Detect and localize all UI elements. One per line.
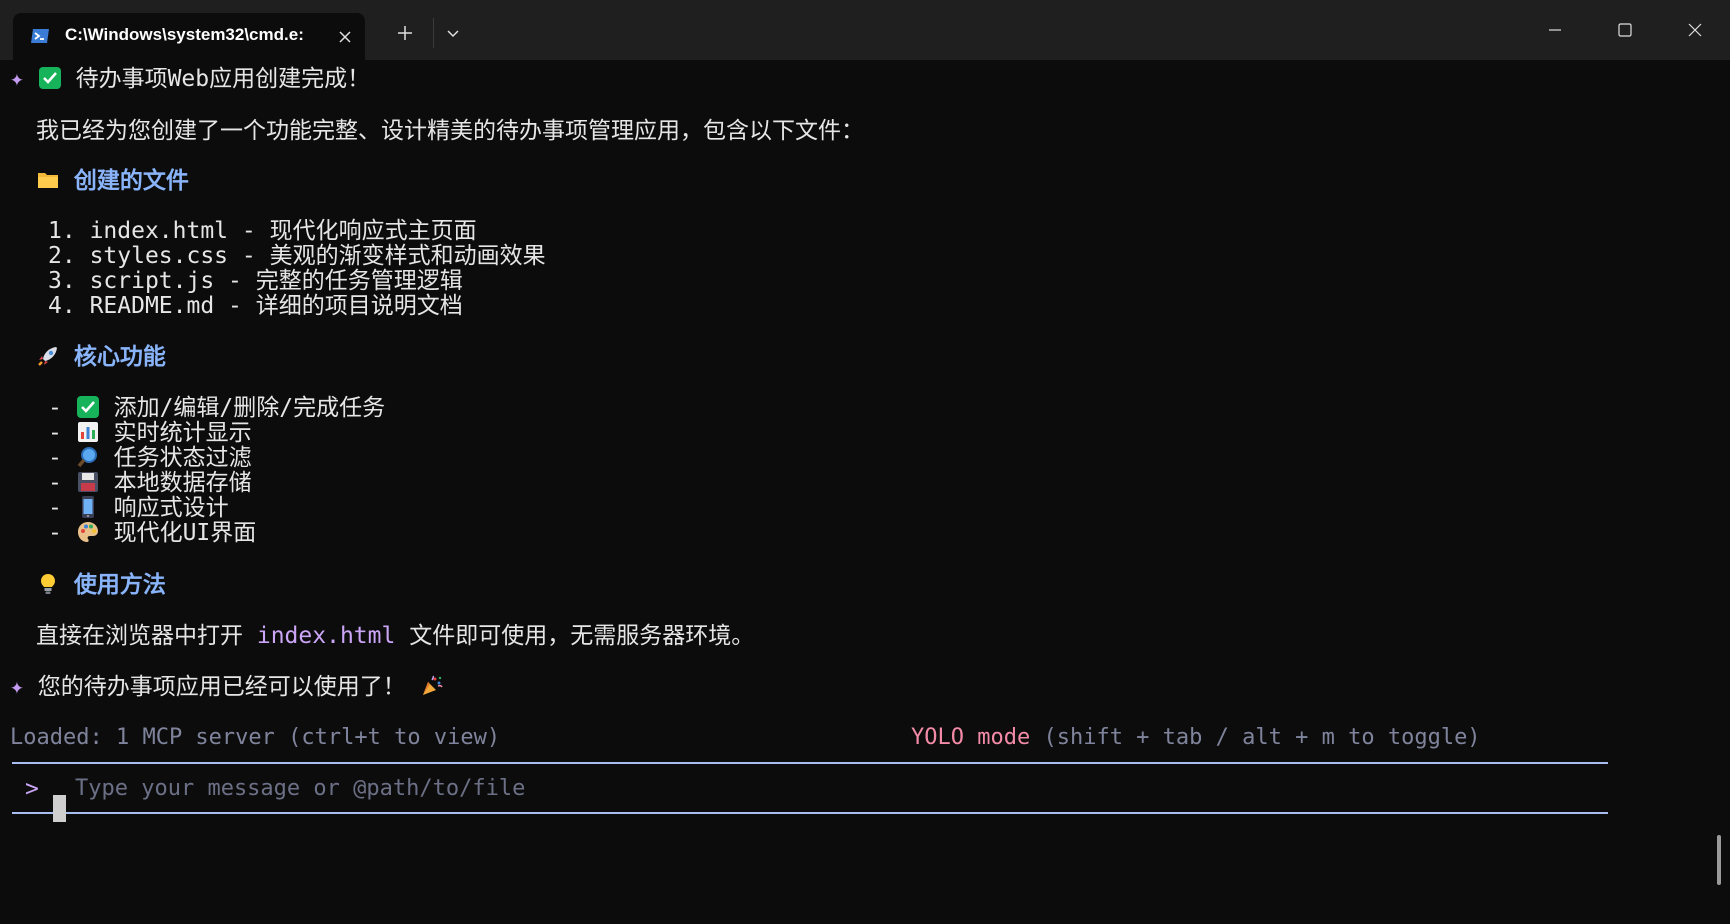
completion-title: ✦ 待办事项Web应用创建完成！: [10, 65, 370, 93]
scrollbar[interactable]: [1717, 835, 1721, 885]
maximize-button[interactable]: [1590, 0, 1660, 60]
tab-title: C:\Windows\system32\cmd.e:: [65, 25, 304, 44]
floppy-disk-icon: [77, 472, 98, 492]
input-prompt: >: [25, 776, 39, 802]
title-text: 待办事项Web应用创建完成！: [75, 66, 371, 92]
list-item: - 添加/编辑/删除/完成任务: [48, 395, 386, 421]
folder-icon: [38, 173, 58, 188]
minimize-icon: [1549, 29, 1561, 31]
message-input[interactable]: Type your message or @path/to/file: [75, 775, 525, 803]
chevron-down-icon[interactable]: [442, 22, 464, 44]
intro-text: 我已经为您创建了一个功能完整、设计精美的待办事项管理应用，包含以下文件：: [36, 118, 864, 144]
list-item: 2. styles.css - 美观的渐变样式和动画效果: [48, 243, 546, 269]
title-bar: C:\Windows\system32\cmd.e:: [0, 0, 1730, 60]
inline-code: index.html: [256, 623, 396, 649]
check-icon: [76, 396, 99, 418]
mobile-phone-icon: [81, 496, 94, 518]
powershell-icon: [31, 29, 49, 43]
list-item: 4. README.md - 详细的项目说明文档: [48, 293, 463, 319]
yolo-label: YOLO mode: [911, 725, 1031, 750]
magnifier-icon: [77, 447, 97, 468]
palette-icon: [77, 522, 98, 542]
tab-separator: [433, 18, 434, 48]
minimize-button[interactable]: [1520, 0, 1590, 60]
usage-heading: 使用方法: [36, 571, 166, 599]
list-item: - 实时统计显示: [48, 420, 252, 446]
rocket-icon: [38, 347, 57, 366]
new-tab-plus-icon[interactable]: [394, 22, 416, 44]
close-window-button[interactable]: [1660, 0, 1730, 60]
terminal-output: ✦ 待办事项Web应用创建完成！ 我已经为您创建了一个功能完整、设计精美的待办事…: [0, 60, 1730, 924]
input-bottom-border: [12, 812, 1608, 814]
yolo-mode-indicator: YOLO mode (shift + tab / alt + m to togg…: [911, 724, 1481, 752]
usage-text: 直接在浏览器中打开 index.html 文件即可使用，无需服务器环境。: [36, 623, 755, 649]
close-icon: [1688, 23, 1702, 37]
lightbulb-icon: [41, 574, 55, 594]
check-icon: [38, 67, 61, 89]
list-item: - 响应式设计: [48, 495, 229, 521]
terminal-tab[interactable]: C:\Windows\system32\cmd.e:: [13, 13, 365, 60]
list-item: - 本地数据存储: [48, 470, 252, 496]
text-cursor: [53, 795, 66, 822]
sparkle-icon: ✦: [10, 674, 38, 700]
features-heading: 核心功能: [36, 343, 166, 371]
list-item: 3. script.js - 完整的任务管理逻辑: [48, 268, 463, 294]
files-heading: 创建的文件: [36, 167, 189, 195]
final-message: ✦ 您的待办事项应用已经可以使用了！: [10, 673, 444, 701]
usage-heading-text: 使用方法: [73, 572, 166, 598]
close-tab-icon[interactable]: [335, 27, 355, 47]
list-item: - 任务状态过滤: [48, 445, 252, 471]
maximize-icon: [1618, 23, 1632, 37]
list-item: 1. index.html - 现代化响应式主页面: [48, 218, 477, 244]
yolo-toggle-hint: (shift + tab / alt + m to toggle): [1030, 725, 1481, 750]
chart-icon: [77, 422, 98, 442]
sparkle-icon: ✦: [10, 66, 38, 92]
list-item: - 现代化UI界面: [48, 520, 257, 546]
input-top-border: [12, 762, 1608, 764]
party-popper-icon: [422, 675, 443, 695]
mcp-status: Loaded: 1 MCP server (ctrl+t to view): [10, 725, 501, 750]
files-heading-text: 创建的文件: [73, 168, 189, 194]
features-heading-text: 核心功能: [73, 344, 166, 370]
